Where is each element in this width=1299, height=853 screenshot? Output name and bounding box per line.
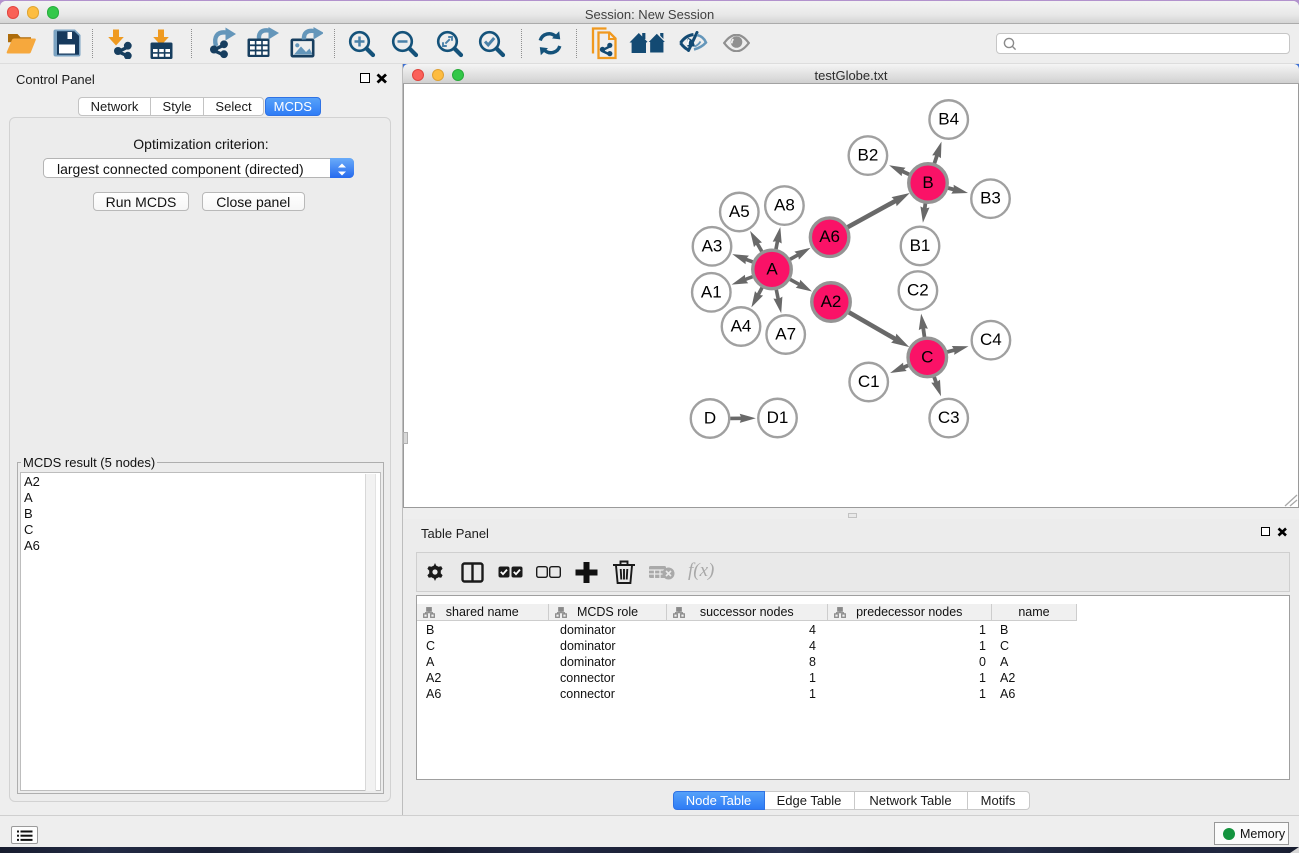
svg-text:B4: B4 (938, 109, 959, 128)
svg-text:C: C (921, 347, 933, 366)
svg-text:B2: B2 (858, 146, 879, 165)
svg-text:A8: A8 (774, 196, 795, 215)
svg-text:B1: B1 (910, 236, 931, 255)
svg-text:C1: C1 (858, 372, 880, 391)
svg-text:A: A (766, 259, 778, 278)
svg-text:B: B (922, 173, 933, 192)
svg-text:A1: A1 (701, 282, 722, 301)
svg-text:A2: A2 (821, 292, 842, 311)
svg-text:C4: C4 (980, 330, 1002, 349)
svg-text:A6: A6 (819, 227, 840, 246)
svg-text:A4: A4 (731, 316, 752, 335)
svg-text:C2: C2 (907, 281, 929, 300)
svg-text:A5: A5 (729, 202, 750, 221)
svg-text:D1: D1 (767, 408, 789, 427)
svg-text:B3: B3 (980, 189, 1001, 208)
svg-text:A3: A3 (702, 236, 723, 255)
svg-text:A7: A7 (775, 324, 796, 343)
svg-text:C3: C3 (938, 408, 960, 427)
svg-text:D: D (704, 408, 716, 427)
